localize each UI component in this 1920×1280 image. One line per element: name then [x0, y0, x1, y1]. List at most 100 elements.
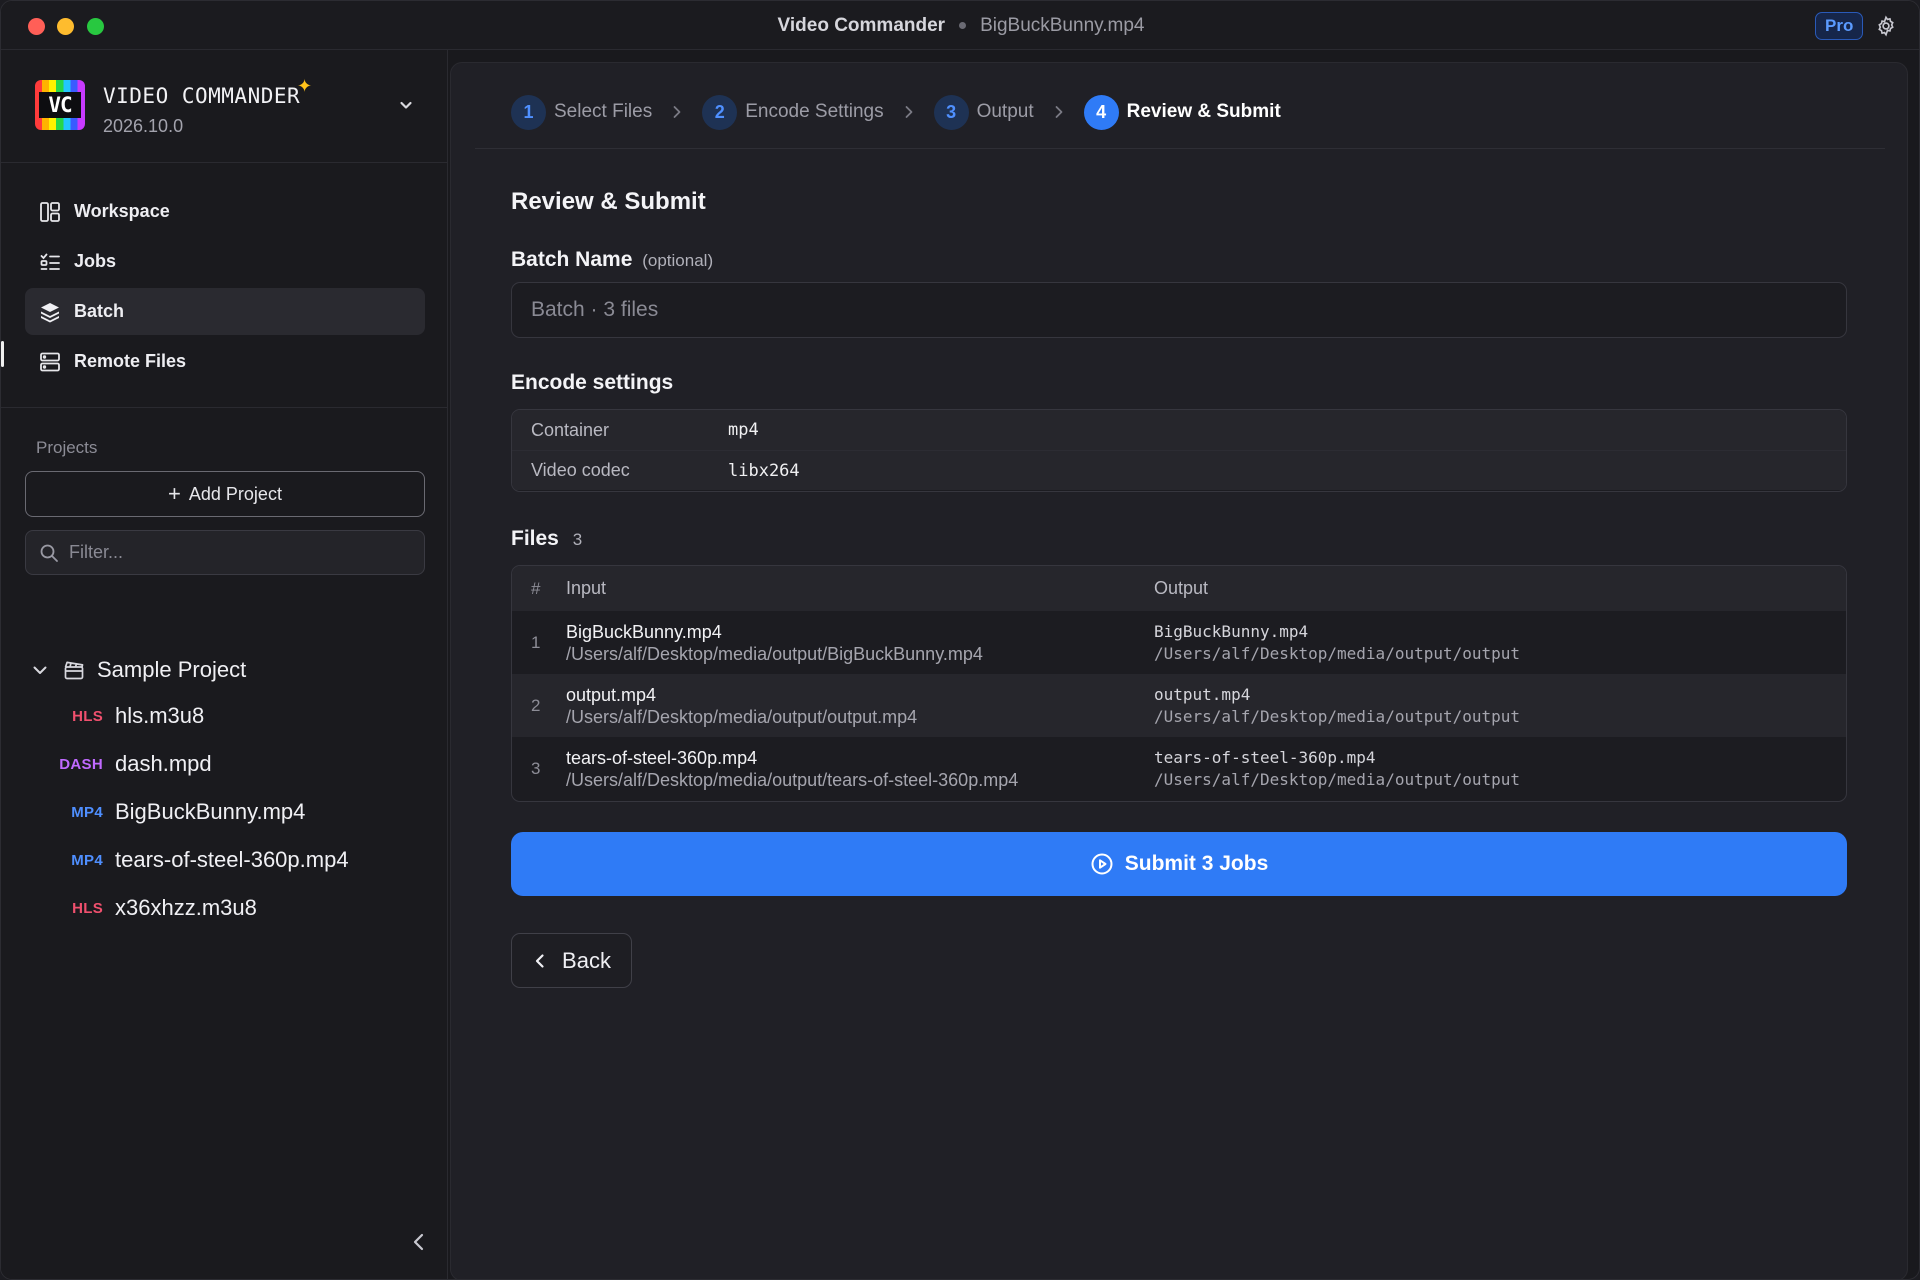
workspace-icon: [40, 201, 60, 222]
column-header-output: Output: [1154, 578, 1209, 598]
filter-input[interactable]: [69, 542, 399, 563]
step-label: Review & Submit: [1126, 101, 1281, 122]
main-panel: 1 Select Files 2 Encode Settings 3 Outpu…: [450, 62, 1908, 1279]
step-number: 2: [702, 94, 738, 130]
collapse-sidebar-icon[interactable]: [411, 1232, 427, 1252]
batch-name-label-text: Batch Name: [511, 248, 633, 271]
server-icon: [40, 352, 60, 371]
output-file-path: /Users/alf/Desktop/media/output/output: [1154, 706, 1521, 726]
project-file-item[interactable]: HLS hls.m3u8: [31, 692, 431, 740]
pro-badge[interactable]: Pro: [1815, 12, 1864, 40]
sidebar-nav: Workspace Jobs Batch Remote Files: [25, 188, 425, 388]
files-title: Files 3: [511, 527, 582, 551]
sidebar-item-label: Workspace: [74, 201, 170, 221]
sidebar-item-remote-files[interactable]: Remote Files: [25, 338, 425, 385]
files-count: 3: [572, 530, 583, 549]
project-file-item[interactable]: DASH dash.mpd: [31, 740, 431, 788]
clapperboard-icon: [64, 661, 84, 680]
add-project-button[interactable]: + Add Project: [25, 471, 425, 517]
output-cell: tears-of-steel-360p.mp4 /Users/alf/Deskt…: [1154, 747, 1834, 791]
submit-jobs-label: Submit 3 Jobs: [1124, 852, 1269, 875]
output-file-path: /Users/alf/Desktop/media/output/output: [1154, 769, 1521, 789]
file-name: dash.mpd: [115, 751, 212, 776]
window-title: Video Commander BigBuckBunny.mp4: [1, 15, 1919, 37]
app-window: Video Commander BigBuckBunny.mp4 Pro VC V…: [0, 0, 1920, 1280]
format-tag: DASH: [59, 755, 103, 773]
window-app-name: Video Commander: [777, 15, 946, 36]
output-file-name: output.mp4: [1154, 684, 1251, 704]
file-name: BigBuckBunny.mp4: [115, 799, 306, 824]
sidebar-item-batch[interactable]: Batch: [25, 288, 425, 335]
files-table: # Input Output 1 BigBuckBunny.mp4 /Users…: [511, 565, 1847, 802]
sidebar: VC VIDEO COMMANDER ✦ 2026.10.0 Workspace: [1, 50, 448, 1279]
chevron-right-icon: [905, 106, 912, 118]
plus-icon: +: [168, 481, 181, 506]
project-file-item[interactable]: HLS x36xhzz.m3u8: [31, 884, 431, 932]
input-file-name: BigBuckBunny.mp4: [566, 621, 722, 642]
sidebar-item-label: Remote Files: [74, 351, 187, 371]
setting-value: libx264: [728, 460, 800, 481]
input-file-name: tears-of-steel-360p.mp4: [566, 747, 758, 768]
project-name: Sample Project: [97, 657, 247, 682]
project-sample-project[interactable]: Sample Project: [31, 648, 431, 692]
sparkle-icon: ✦: [297, 76, 313, 96]
brand-switcher[interactable]: VC VIDEO COMMANDER ✦ 2026.10.0: [35, 76, 435, 150]
search-icon: [40, 544, 58, 562]
step-output[interactable]: 3 Output: [933, 94, 1034, 130]
gear-icon[interactable]: [1875, 15, 1897, 37]
sidebar-item-label: Jobs: [74, 251, 117, 271]
row-number: 1: [531, 632, 541, 652]
title-bar: Video Commander BigBuckBunny.mp4 Pro: [1, 1, 1919, 50]
chevron-down-icon[interactable]: [31, 661, 49, 679]
submit-jobs-button[interactable]: Submit 3 Jobs: [511, 832, 1847, 896]
chevron-right-icon: [673, 106, 681, 118]
step-label: Output: [976, 101, 1034, 122]
output-file-name: BigBuckBunny.mp4: [1154, 621, 1309, 641]
format-tag: MP4: [71, 851, 103, 869]
step-review-submit[interactable]: 4 Review & Submit: [1083, 94, 1281, 130]
step-label: Select Files: [554, 101, 653, 122]
chevron-down-icon[interactable]: [398, 97, 414, 113]
format-tag: MP4: [71, 803, 103, 821]
setting-key: Container: [531, 419, 610, 440]
brand-version: 2026.10.0: [103, 116, 184, 136]
brand-name: VIDEO COMMANDER: [103, 84, 301, 108]
chevron-left-icon: [535, 953, 544, 968]
column-header-number: #: [531, 578, 541, 598]
sidebar-item-workspace[interactable]: Workspace: [25, 188, 425, 235]
projects-section-label: Projects: [36, 438, 98, 457]
input-cell: BigBuckBunny.mp4 /Users/alf/Desktop/medi…: [566, 621, 1154, 665]
optional-hint: (optional): [642, 251, 714, 270]
project-file-item[interactable]: MP4 tears-of-steel-360p.mp4: [31, 836, 431, 884]
app-logo: VC: [35, 80, 85, 130]
setting-key: Video codec: [531, 460, 630, 480]
project-tree: Sample Project HLS hls.m3u8 DASH dash.mp…: [31, 648, 431, 932]
sidebar-item-jobs[interactable]: Jobs: [25, 238, 425, 285]
active-nav-indicator: [1, 341, 4, 367]
batch-name-input[interactable]: [511, 282, 1847, 338]
file-name: hls.m3u8: [115, 703, 205, 728]
input-file-path: /Users/alf/Desktop/media/output/BigBuckB…: [566, 643, 983, 664]
input-file-path: /Users/alf/Desktop/media/output/output.m…: [566, 706, 918, 727]
step-encode-settings[interactable]: 2 Encode Settings: [702, 94, 884, 130]
steps-divider: [475, 148, 1885, 149]
back-button[interactable]: Back: [511, 933, 632, 988]
column-header-input: Input: [566, 578, 607, 598]
page-title: Review & Submit: [511, 188, 706, 215]
format-tag: HLS: [72, 707, 103, 725]
table-row: 1 BigBuckBunny.mp4 /Users/alf/Desktop/me…: [512, 611, 1846, 674]
input-file-name: output.mp4: [566, 684, 657, 705]
sidebar-divider: [1, 162, 448, 163]
chevron-right-icon: [1055, 106, 1063, 118]
table-row: 2 output.mp4 /Users/alf/Desktop/media/ou…: [512, 674, 1846, 737]
files-title-text: Files: [511, 527, 559, 550]
step-number: 4: [1083, 94, 1119, 130]
row-number: 2: [531, 695, 541, 715]
step-select-files[interactable]: 1 Select Files: [511, 94, 653, 130]
batch-name-label: Batch Name (optional): [511, 248, 713, 272]
input-cell: output.mp4 /Users/alf/Desktop/media/outp…: [566, 684, 1154, 728]
project-file-item[interactable]: MP4 BigBuckBunny.mp4: [31, 788, 431, 836]
step-number: 1: [511, 94, 546, 130]
output-file-name: tears-of-steel-360p.mp4: [1154, 747, 1376, 767]
project-filter: [25, 530, 425, 575]
